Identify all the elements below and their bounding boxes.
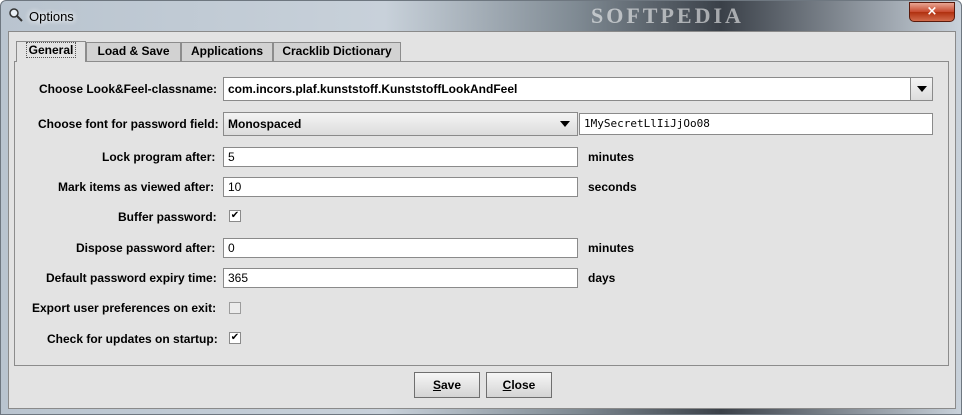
look-and-feel-value: com.incors.plaf.kunststoff.KunststoffLoo… — [228, 82, 518, 96]
buffer-password-checkbox[interactable]: ✔ — [229, 210, 241, 222]
tab-label: Applications — [190, 44, 263, 58]
close-label: lose — [511, 378, 536, 392]
window-title: Options — [29, 9, 74, 24]
dispose-password-label: Dispose password after: — [76, 241, 216, 255]
look-and-feel-combo[interactable]: com.incors.plaf.kunststoff.KunststoffLoo… — [223, 77, 933, 101]
password-font-label: Choose font for password field: — [38, 117, 219, 131]
mark-viewed-input[interactable]: 10 — [223, 177, 578, 197]
password-font-value: Monospaced — [228, 117, 302, 131]
lock-program-input[interactable]: 5 — [223, 147, 578, 167]
check-updates-label: Check for updates on startup: — [47, 332, 218, 346]
general-tab-panel: Choose Look&Feel-classname: com.incors.p… — [14, 61, 949, 366]
save-label: ave — [440, 378, 462, 392]
tab-label: Cracklib Dictionary — [282, 44, 392, 58]
chevron-down-icon[interactable] — [910, 78, 932, 100]
watermark: SOFTPEDIA — [591, 3, 744, 28]
password-font-combo[interactable]: Monospaced — [223, 112, 578, 136]
look-and-feel-label: Choose Look&Feel-classname: — [39, 82, 218, 96]
tab-load-save[interactable]: Load & Save — [86, 42, 181, 61]
password-font-preview[interactable]: 1MySecretLlIiJjOo08 — [579, 113, 933, 135]
buffer-password-label: Buffer password: — [118, 210, 217, 224]
title-bar[interactable]: Options SOFTPEDIA × — [1, 1, 961, 31]
expiry-time-label: Default password expiry time: — [46, 271, 217, 285]
check-updates-checkbox[interactable]: ✔ — [229, 332, 241, 344]
tab-cracklib-dictionary[interactable]: Cracklib Dictionary — [273, 42, 401, 61]
options-window: Options SOFTPEDIA × General Load & Save … — [0, 0, 962, 415]
tab-applications[interactable]: Applications — [181, 42, 273, 61]
mark-viewed-unit: seconds — [588, 180, 637, 194]
expiry-time-input[interactable]: 365 — [223, 268, 578, 288]
client-area: General Load & Save Applications Crackli… — [8, 31, 956, 409]
window-close-button[interactable]: × — [909, 2, 955, 22]
mark-viewed-label: Mark items as viewed after: — [58, 180, 215, 194]
tab-label: Load & Save — [97, 44, 170, 58]
close-button[interactable]: Close — [486, 372, 552, 398]
save-button[interactable]: Save — [414, 372, 480, 398]
chevron-down-icon[interactable] — [557, 113, 573, 135]
dispose-password-unit: minutes — [588, 241, 635, 255]
magnifier-icon — [9, 8, 23, 22]
export-prefs-label: Export user preferences on exit: — [32, 301, 217, 315]
tab-label: General — [25, 42, 77, 58]
lock-program-label: Lock program after: — [102, 150, 216, 164]
tab-general[interactable]: General — [16, 41, 86, 62]
lock-program-unit: minutes — [588, 150, 635, 164]
export-prefs-checkbox[interactable] — [229, 302, 241, 314]
save-mnemonic: S — [432, 378, 441, 392]
expiry-time-unit: days — [588, 271, 616, 285]
dispose-password-input[interactable]: 0 — [223, 238, 578, 258]
